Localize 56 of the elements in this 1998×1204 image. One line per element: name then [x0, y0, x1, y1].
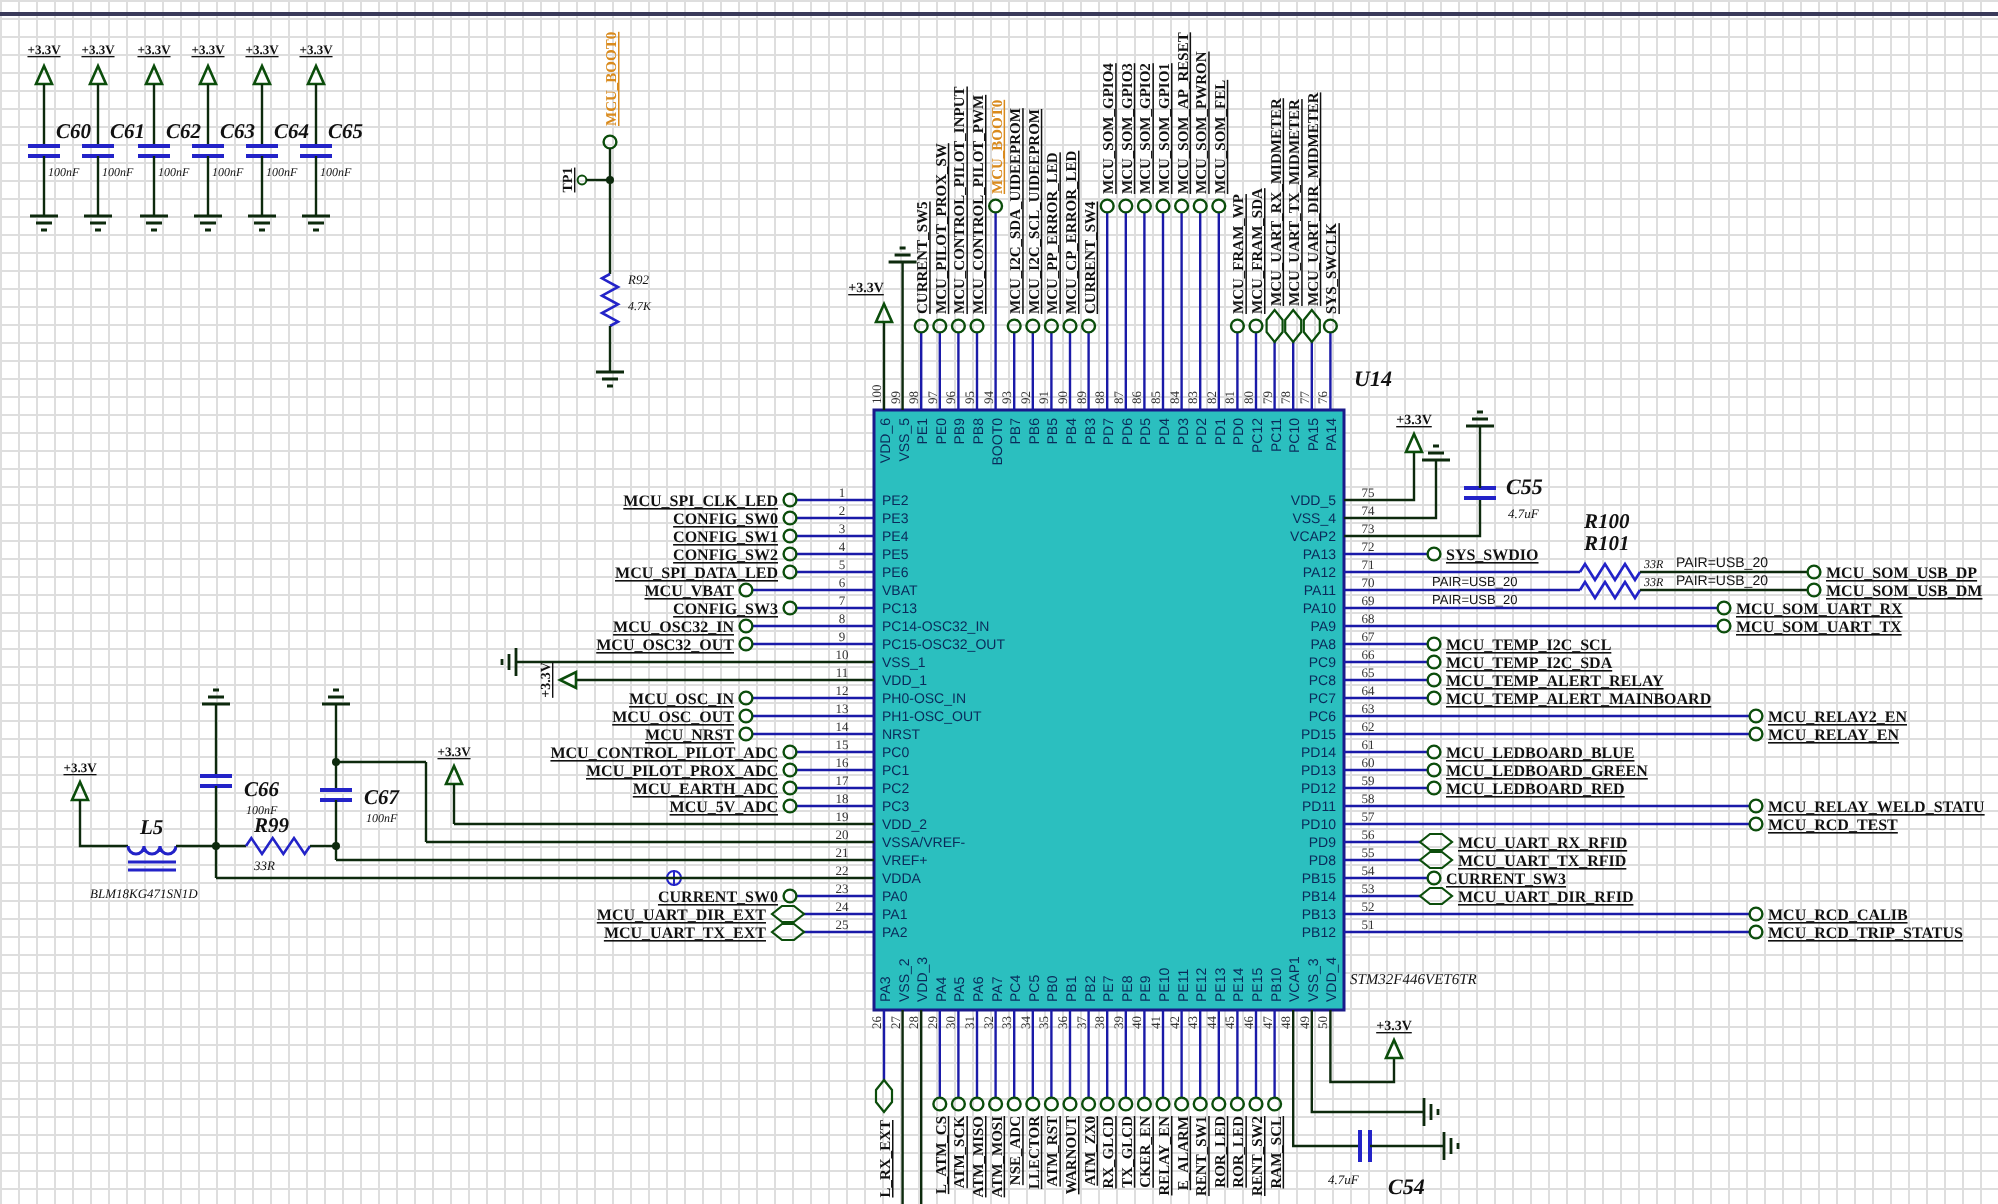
- net-label: MCU_RCD_TRIP_STATUS: [1768, 924, 1963, 942]
- capacitor-ref: C64: [274, 122, 310, 144]
- resistor-ref: R99: [254, 816, 290, 838]
- net-label: MCU_OSC32_OUT: [596, 636, 734, 654]
- net-label: MCU_UART_TX_RFID: [1458, 852, 1627, 870]
- net-label: MCU_RCD_TEST: [1768, 816, 1898, 834]
- inductor-ref: L5: [140, 818, 164, 840]
- net-label: CONFIG_SW3: [673, 600, 778, 618]
- net-label: MCU_UART_DIR_RFID: [1458, 888, 1634, 906]
- net-label: MCU_LEDBOARD_BLUE: [1446, 744, 1635, 762]
- net-label: MCU_TEMP_ALERT_RELAY: [1446, 672, 1664, 690]
- net-label: MCU_PILOT_PROX_ADC: [586, 762, 778, 780]
- net-label: CONFIG_SW1: [673, 528, 778, 546]
- net-label: MCU_SOM_USB_DP: [1826, 564, 1978, 582]
- net-label: MCU_TEMP_I2C_SDA: [1446, 654, 1613, 672]
- net-label: MCU_RELAY_EN: [1768, 726, 1899, 744]
- capacitor-ref: C60: [56, 122, 92, 144]
- net-label: MCU_SPI_CLK_LED: [623, 492, 778, 510]
- net-label: MCU_OSC_OUT: [612, 708, 734, 726]
- net-label: CURRENT_SW3: [1446, 870, 1567, 888]
- net-label: CURRENT_SW0: [657, 888, 778, 906]
- net-label: MCU_CONTROL_PILOT_ADC: [550, 744, 778, 762]
- net-label: MCU_UART_RX_RFID: [1458, 834, 1628, 852]
- resistor-ref: R100: [1584, 512, 1630, 534]
- capacitor-ref: C66: [244, 780, 280, 802]
- net-label: MCU_5V_ADC: [669, 798, 778, 816]
- net-label: MCU_UART_DIR_EXT: [596, 906, 766, 924]
- net-label: CONFIG_SW0: [673, 510, 778, 528]
- net-label: MCU_LEDBOARD_GREEN: [1446, 762, 1648, 780]
- net-label: SYS_SWDIO: [1446, 546, 1539, 564]
- net-label: MCU_RELAY2_EN: [1768, 708, 1907, 726]
- resistor-ref: R101: [1584, 534, 1630, 556]
- capacitor-ref: C63: [220, 122, 256, 144]
- net-label: MCU_SPI_DATA_LED: [615, 564, 778, 582]
- net-label: MCU_VBAT: [644, 582, 734, 600]
- capacitor-ref: C54: [1388, 1176, 1425, 1200]
- net-label: CONFIG_SW2: [673, 546, 778, 564]
- chip-ref: U14: [1354, 368, 1392, 392]
- net-label: MCU_SOM_UART_TX: [1736, 618, 1902, 636]
- capacitor-ref: C67: [364, 788, 400, 810]
- net-label: MCU_NRST: [645, 726, 734, 744]
- net-label: MCU_SOM_UART_RX: [1736, 600, 1903, 618]
- net-label: MCU_RELAY_WELD_STATU: [1768, 798, 1985, 816]
- net-label: MCU_EARTH_ADC: [632, 780, 778, 798]
- net-label: MCU_RCD_CALIB: [1768, 906, 1908, 924]
- net-label: MCU_LEDBOARD_RED: [1446, 780, 1625, 798]
- net-label: MCU_UART_TX_EXT: [603, 924, 766, 942]
- capacitor-ref: C61: [110, 122, 146, 144]
- net-label: MCU_SOM_USB_DM: [1826, 582, 1983, 600]
- capacitor-ref: C65: [328, 122, 364, 144]
- net-label: MCU_OSC_IN: [629, 690, 734, 708]
- capacitor-ref: C55: [1506, 476, 1543, 500]
- capacitor-ref: C62: [166, 122, 202, 144]
- net-label: MCU_OSC32_IN: [613, 618, 734, 636]
- net-label: MCU_TEMP_I2C_SCL: [1446, 636, 1612, 654]
- net-label: MCU_TEMP_ALERT_MAINBOARD: [1446, 690, 1712, 708]
